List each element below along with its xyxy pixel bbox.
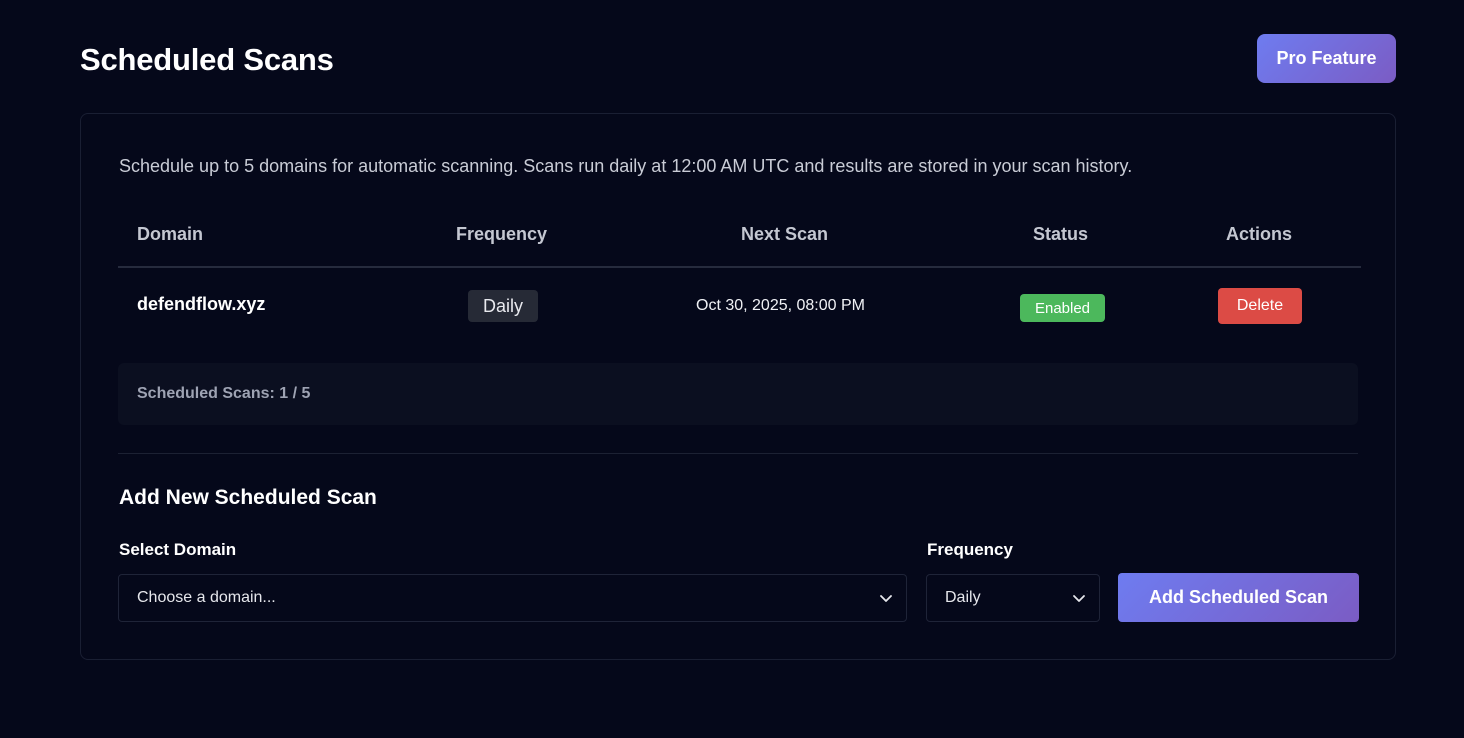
add-scan-title: Add New Scheduled Scan <box>119 486 377 509</box>
row-next-scan: Oct 30, 2025, 08:00 PM <box>696 297 865 314</box>
scheduled-scans-table: Domain Frequency Next Scan Status Action… <box>118 214 1361 344</box>
scan-count-text: Scheduled Scans: 1 / 5 <box>137 385 311 402</box>
section-divider <box>118 453 1358 454</box>
frequency-select[interactable]: Daily <box>926 574 1100 622</box>
add-scheduled-scan-button[interactable]: Add Scheduled Scan <box>1118 573 1359 622</box>
table-header: Domain Frequency Next Scan Status Action… <box>118 214 1361 268</box>
row-domain: defendflow.xyz <box>137 294 266 314</box>
scheduled-scans-panel: Schedule up to 5 domains for automatic s… <box>80 113 1396 660</box>
frequency-select-value: Daily <box>945 589 981 606</box>
chevron-down-icon <box>880 595 892 602</box>
row-frequency-badge: Daily <box>468 290 538 322</box>
chevron-down-icon <box>1073 595 1085 602</box>
table-row: defendflow.xyz Daily Oct 30, 2025, 08:00… <box>118 268 1361 344</box>
pro-feature-button[interactable]: Pro Feature <box>1257 34 1396 83</box>
delete-button[interactable]: Delete <box>1218 288 1302 324</box>
page-header: Scheduled Scans Pro Feature <box>80 34 1396 84</box>
column-header-status: Status <box>1033 224 1089 244</box>
panel-description: Schedule up to 5 domains for automatic s… <box>119 156 1133 176</box>
column-header-next-scan: Next Scan <box>741 224 829 244</box>
column-header-domain: Domain <box>137 224 204 244</box>
frequency-label: Frequency <box>927 540 1013 559</box>
page-title: Scheduled Scans <box>80 42 334 77</box>
status-badge: Enabled <box>1020 294 1105 322</box>
scan-count-summary: Scheduled Scans: 1 / 5 <box>118 363 1358 425</box>
domain-select-value: Choose a domain... <box>137 589 276 606</box>
domain-select[interactable]: Choose a domain... <box>118 574 907 622</box>
column-header-frequency: Frequency <box>456 224 548 244</box>
select-domain-label: Select Domain <box>119 540 237 559</box>
column-header-actions: Actions <box>1226 224 1293 244</box>
